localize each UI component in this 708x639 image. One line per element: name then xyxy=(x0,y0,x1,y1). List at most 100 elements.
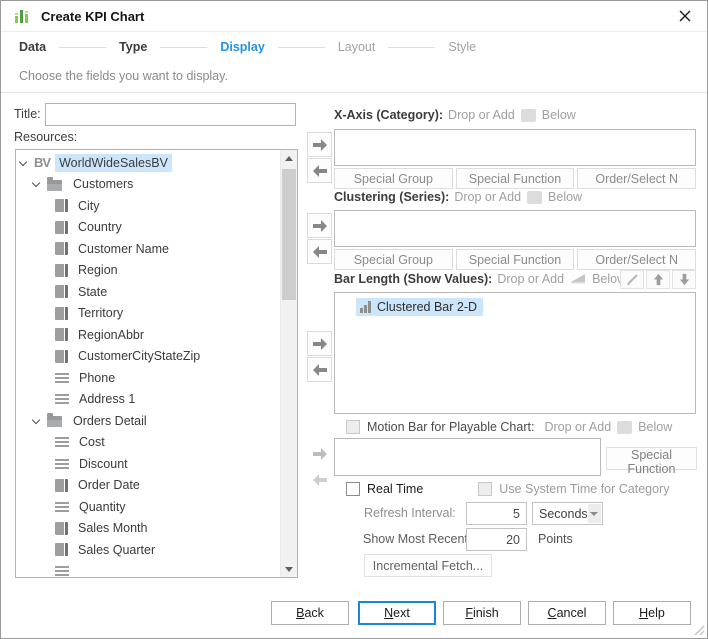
move-right-icon[interactable] xyxy=(307,213,332,238)
tree-item-label[interactable]: State xyxy=(74,283,111,301)
tree-item-regionabbr[interactable]: RegionAbbr xyxy=(16,324,280,346)
scroll-up-icon[interactable] xyxy=(281,150,297,166)
step-type[interactable]: Type xyxy=(119,40,147,54)
refresh-interval-input[interactable] xyxy=(466,502,527,525)
tree-item-label[interactable]: Quantity xyxy=(75,498,130,516)
tree-item-label[interactable]: Cost xyxy=(75,433,109,451)
tree-item-label[interactable]: WorldWideSalesBV xyxy=(55,154,172,172)
finish-button[interactable]: Finish xyxy=(443,601,521,625)
tree-item-sales-month[interactable]: Sales Month xyxy=(16,518,280,540)
bar-length-item-label[interactable]: Clustered Bar 2-D xyxy=(377,300,477,314)
bar-length-item[interactable]: Clustered Bar 2-D xyxy=(356,298,483,316)
close-icon[interactable] xyxy=(675,6,695,26)
tree-item-label[interactable]: City xyxy=(74,197,104,215)
motion-bar-dropzone[interactable] xyxy=(334,438,601,476)
move-left-icon[interactable] xyxy=(307,239,332,264)
tree-item-partial[interactable] xyxy=(16,561,280,579)
tree-item-orders-detail[interactable]: Orders Detail xyxy=(16,410,280,432)
special-function-button[interactable]: Special Function xyxy=(606,447,697,470)
move-down-icon[interactable] xyxy=(672,270,696,289)
chevron-down-icon[interactable] xyxy=(588,504,601,523)
chevron-down-icon[interactable] xyxy=(19,158,27,166)
tree-item-label[interactable]: Territory xyxy=(74,304,127,322)
x-axis-transfer-arrows xyxy=(307,132,332,183)
tree-item-label[interactable]: Country xyxy=(74,218,126,236)
tree-item-region[interactable]: Region xyxy=(16,260,280,282)
tree-item-label[interactable]: Sales Month xyxy=(74,519,151,537)
order-select-n-button[interactable]: Order/Select N xyxy=(577,249,696,270)
resize-grip[interactable] xyxy=(694,625,705,636)
tree-item-worldwidesalesbv[interactable]: BV WorldWideSalesBV xyxy=(16,152,280,174)
tree-scrollbar[interactable] xyxy=(280,150,297,577)
measure-icon xyxy=(55,437,69,447)
move-right-icon[interactable] xyxy=(307,132,332,157)
bar-length-header: Bar Length (Show Values): Drop or Add Be… xyxy=(334,271,626,287)
tree-item-customer-name[interactable]: Customer Name xyxy=(16,238,280,260)
chart-title-input[interactable] xyxy=(45,103,296,126)
special-group-button[interactable]: Special Group xyxy=(334,249,453,270)
tree-item-label[interactable]: Order Date xyxy=(74,476,144,494)
real-time-checkbox[interactable] xyxy=(346,482,360,496)
bar-length-dropzone[interactable]: Clustered Bar 2-D xyxy=(334,292,696,414)
move-left-icon[interactable] xyxy=(307,158,332,183)
special-function-button[interactable]: Special Function xyxy=(456,168,575,189)
tree-item-label[interactable]: RegionAbbr xyxy=(74,326,148,344)
scroll-down-icon[interactable] xyxy=(281,561,297,577)
special-function-button[interactable]: Special Function xyxy=(456,249,575,270)
tree-item-city[interactable]: City xyxy=(16,195,280,217)
incremental-fetch-button[interactable]: Incremental Fetch... xyxy=(364,554,492,577)
move-right-icon[interactable] xyxy=(307,331,332,356)
tree-item-discount[interactable]: Discount xyxy=(16,453,280,475)
chevron-down-icon[interactable] xyxy=(32,179,40,187)
cancel-button[interactable]: Cancel xyxy=(528,601,606,625)
tree-item-quantity[interactable]: Quantity xyxy=(16,496,280,518)
next-button[interactable]: Next xyxy=(358,601,436,625)
refresh-unit-select[interactable]: Seconds xyxy=(532,502,603,525)
tree-item-label[interactable]: Address 1 xyxy=(75,390,139,408)
scrollbar-thumb[interactable] xyxy=(282,169,296,300)
step-layout[interactable]: Layout xyxy=(338,40,376,54)
move-up-icon[interactable] xyxy=(646,270,670,289)
chevron-down-icon[interactable] xyxy=(32,416,40,424)
show-most-recent-input[interactable] xyxy=(466,528,527,551)
tree-item-label[interactable]: Orders Detail xyxy=(69,412,151,430)
tree-item-label[interactable]: CustomerCityStateZip xyxy=(74,347,204,365)
tree-item-label[interactable]: Region xyxy=(74,261,122,279)
tree-item-order-date[interactable]: Order Date xyxy=(16,475,280,497)
resources-label: Resources: xyxy=(14,130,77,144)
help-button[interactable]: Help xyxy=(613,601,691,625)
tree-item-country[interactable]: Country xyxy=(16,217,280,239)
tree-item-address-1[interactable]: Address 1 xyxy=(16,389,280,411)
tree-item-label[interactable]: Phone xyxy=(75,369,119,387)
x-axis-dropzone[interactable] xyxy=(334,129,696,166)
special-group-button[interactable]: Special Group xyxy=(334,168,453,189)
dimension-icon xyxy=(55,328,68,341)
motion-transfer-arrows xyxy=(307,441,332,492)
tree-item-state[interactable]: State xyxy=(16,281,280,303)
tree-item-phone[interactable]: Phone xyxy=(16,367,280,389)
tree-item-label[interactable]: Discount xyxy=(75,455,132,473)
tree-item-label[interactable] xyxy=(75,569,83,573)
step-display[interactable]: Display xyxy=(220,40,264,54)
add-field-icon[interactable] xyxy=(527,191,542,204)
step-style[interactable]: Style xyxy=(448,40,476,54)
tree-item-sales-quarter[interactable]: Sales Quarter xyxy=(16,539,280,561)
add-value-icon[interactable] xyxy=(570,272,586,287)
tree-item-label[interactable]: Customers xyxy=(69,175,137,193)
dimension-icon xyxy=(55,242,68,255)
back-button[interactable]: Back xyxy=(271,601,349,625)
tree-item-customers[interactable]: Customers xyxy=(16,174,280,196)
move-left-icon[interactable] xyxy=(307,357,332,382)
step-data[interactable]: Data xyxy=(19,40,46,54)
tree-item-label[interactable]: Customer Name xyxy=(74,240,173,258)
order-select-n-button[interactable]: Order/Select N xyxy=(577,168,696,189)
edit-pencil-icon[interactable] xyxy=(620,270,644,289)
add-field-icon[interactable] xyxy=(521,109,536,122)
tree-item-customercitystatezip[interactable]: CustomerCityStateZip xyxy=(16,346,280,368)
tree-item-label[interactable]: Sales Quarter xyxy=(74,541,159,559)
tree-item-territory[interactable]: Territory xyxy=(16,303,280,325)
measure-icon xyxy=(55,502,69,512)
real-time-label[interactable]: Real Time xyxy=(367,482,423,496)
clustering-dropzone[interactable] xyxy=(334,210,696,247)
tree-item-cost[interactable]: Cost xyxy=(16,432,280,454)
